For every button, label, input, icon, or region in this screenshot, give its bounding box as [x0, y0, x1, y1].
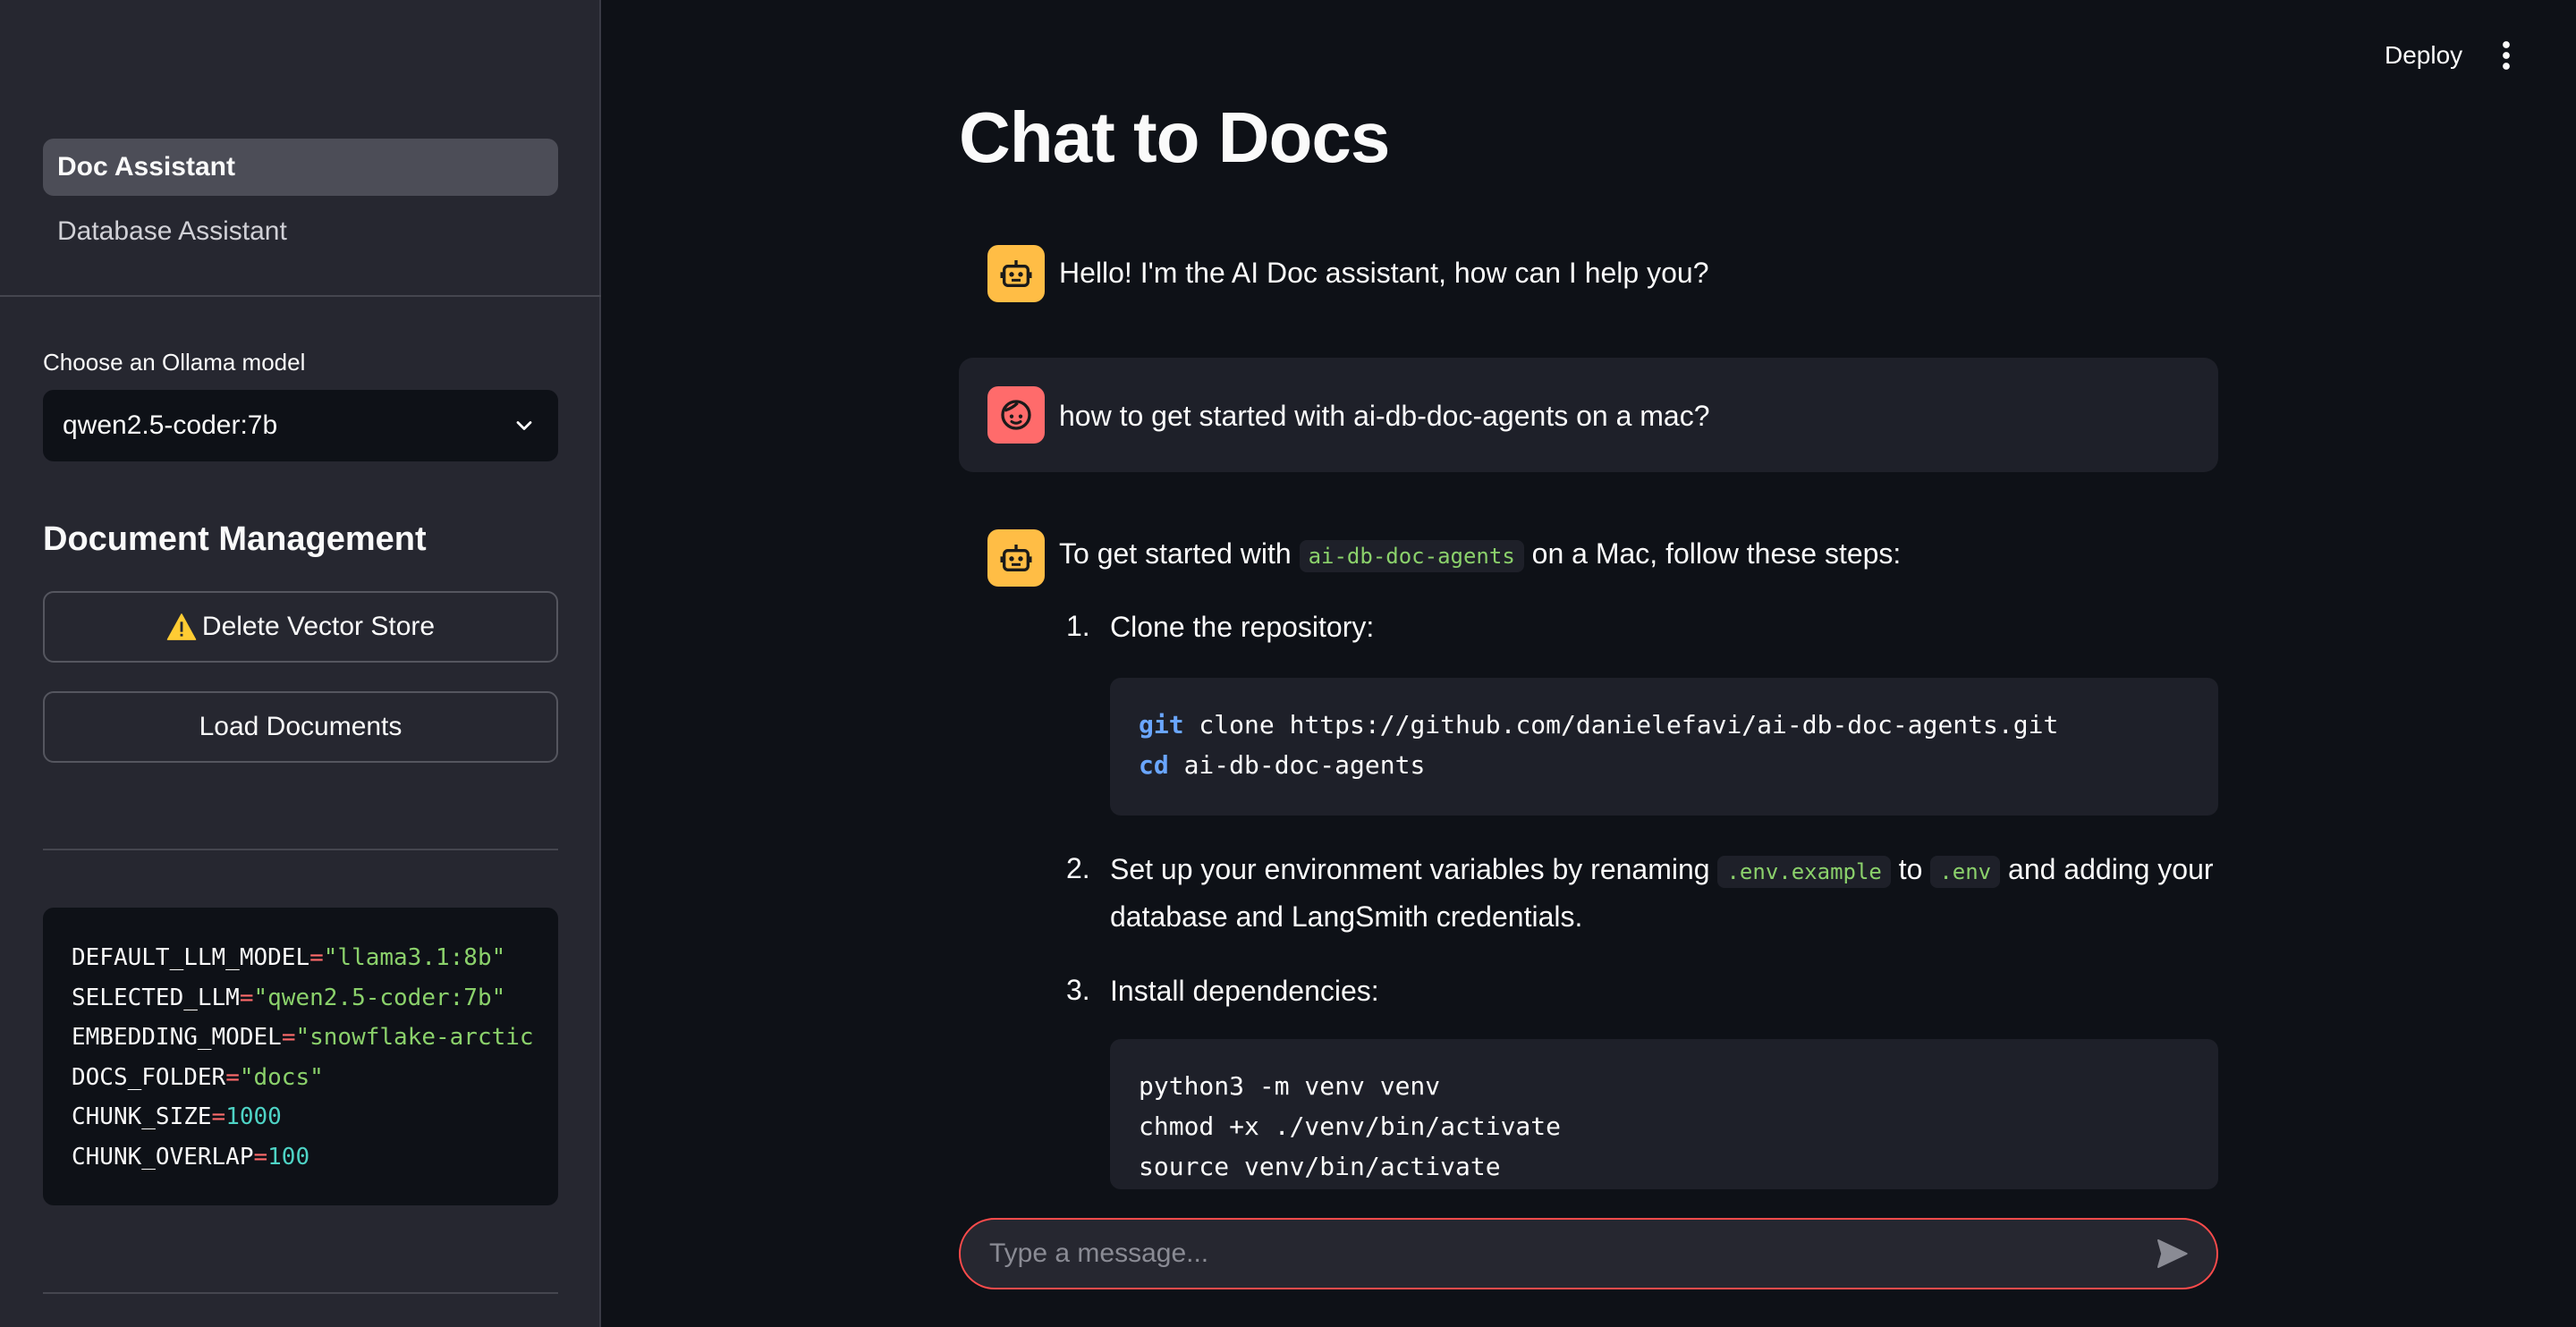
bot-avatar-icon — [987, 245, 1045, 302]
bot-avatar-icon — [987, 529, 1045, 587]
env-key: DEFAULT_LLM_MODEL — [72, 944, 310, 971]
step-number: 2. — [1066, 852, 1090, 884]
model-select[interactable]: qwen2.5-coder:7b — [43, 390, 558, 461]
deploy-button[interactable]: Deploy — [2385, 41, 2462, 70]
step-number: 1. — [1066, 610, 1090, 642]
step-text-part: to — [1898, 853, 1923, 885]
step-text: Set up your environment variables by ren… — [1110, 847, 2218, 939]
code-line: python3 -m venv venv — [1139, 1071, 1441, 1101]
inline-code: .env.example — [1717, 856, 1891, 888]
page-title: Chat to Docs — [959, 97, 1390, 177]
model-select-label: Choose an Ollama model — [43, 349, 306, 376]
chat-input[interactable] — [989, 1238, 2154, 1269]
env-equals: = — [253, 1143, 268, 1171]
env-key: CHUNK_SIZE — [72, 1103, 212, 1130]
document-management-heading: Document Management — [43, 520, 427, 558]
inline-code: ai-db-doc-agents — [1299, 540, 1524, 572]
assistant-answer-intro: To get started with ai-db-doc-agents on … — [1059, 531, 1901, 579]
user-message-text: how to get started with ai-db-doc-agents… — [1059, 400, 1710, 432]
env-value: "snowflake-arctic — [295, 1024, 534, 1051]
env-value: 1000 — [225, 1103, 282, 1130]
answer-intro-text: on a Mac, follow these steps: — [1531, 537, 1902, 570]
vertical-ellipsis-icon[interactable] — [2496, 39, 2517, 72]
sidebar-item-label: Doc Assistant — [57, 152, 235, 182]
env-equals: = — [309, 944, 324, 971]
sidebar-item-label: Database Assistant — [57, 216, 287, 246]
env-equals: = — [281, 1024, 296, 1051]
load-documents-label: Load Documents — [199, 712, 402, 741]
sidebar: Doc Assistant Database Assistant Choose … — [0, 0, 601, 1327]
send-icon[interactable] — [2154, 1236, 2190, 1272]
code-keyword: git — [1139, 710, 1184, 740]
sidebar-nav: Doc Assistant Database Assistant — [43, 139, 558, 267]
step-text-part: and adding your — [2008, 853, 2214, 885]
sidebar-divider — [43, 849, 558, 850]
step-text-part: Set up your environment variables by ren… — [1110, 853, 1710, 885]
env-line: SELECTED_LLM="qwen2.5-coder:7b" — [72, 978, 558, 1018]
code-text: ai-db-doc-agents — [1168, 750, 1426, 780]
delete-vector-store-button[interactable]: Delete Vector Store — [43, 591, 558, 663]
answer-intro-text: To get started with — [1059, 537, 1292, 570]
env-equals: = — [211, 1103, 226, 1130]
env-line: CHUNK_OVERLAP=100 — [72, 1137, 558, 1178]
code-text: clone https://github.com/danielefavi/ai-… — [1183, 710, 2059, 740]
env-equals: = — [239, 984, 254, 1011]
env-key: DOCS_FOLDER — [72, 1063, 226, 1091]
user-message: how to get started with ai-db-doc-agents… — [959, 358, 2218, 472]
model-select-value: qwen2.5-coder:7b — [63, 410, 278, 440]
code-keyword: cd — [1139, 750, 1169, 780]
warning-icon — [166, 613, 197, 640]
delete-vector-store-label: Delete Vector Store — [201, 612, 436, 641]
env-value: "llama3.1:8b" — [323, 944, 506, 971]
env-line: CHUNK_SIZE=1000 — [72, 1097, 558, 1137]
env-key: CHUNK_OVERLAP — [72, 1143, 254, 1171]
env-key: SELECTED_LLM — [72, 984, 240, 1011]
env-config-code-block: DEFAULT_LLM_MODEL="llama3.1:8b" SELECTED_… — [43, 908, 558, 1205]
code-line: chmod +x ./venv/bin/activate — [1139, 1111, 1562, 1141]
env-line: DOCS_FOLDER="docs" — [72, 1058, 558, 1098]
env-value: "qwen2.5-coder:7b" — [253, 984, 506, 1011]
assistant-message: Hello! I'm the AI Doc assistant, how can… — [959, 241, 2218, 306]
step-text-part: database and LangSmith credentials. — [1110, 900, 1583, 933]
assistant-message-text: Hello! I'm the AI Doc assistant, how can… — [1059, 257, 1709, 289]
env-line: DEFAULT_LLM_MODEL="llama3.1:8b" — [72, 938, 558, 978]
step-number: 3. — [1066, 974, 1090, 1006]
env-line: EMBEDDING_MODEL="snowflake-arctic — [72, 1018, 558, 1058]
user-avatar-icon — [987, 386, 1045, 444]
env-value: "docs" — [239, 1063, 324, 1091]
sidebar-divider — [43, 1292, 558, 1294]
code-block-install: python3 -m venv venv chmod +x ./venv/bin… — [1110, 1039, 2218, 1189]
code-line: source venv/bin/activate — [1139, 1152, 1501, 1181]
sidebar-divider — [0, 295, 601, 297]
env-equals: = — [225, 1063, 240, 1091]
env-key: EMBEDDING_MODEL — [72, 1024, 282, 1051]
env-value: 100 — [267, 1143, 310, 1171]
sidebar-item-doc-assistant[interactable]: Doc Assistant — [43, 139, 558, 196]
sidebar-item-database-assistant[interactable]: Database Assistant — [43, 203, 558, 260]
step-text: Install dependencies: — [1110, 975, 1379, 1007]
load-documents-button[interactable]: Load Documents — [43, 691, 558, 763]
chat-input-container — [959, 1218, 2218, 1289]
code-block-clone: git clone https://github.com/danielefavi… — [1110, 678, 2218, 816]
inline-code: .env — [1930, 856, 2001, 888]
step-text: Clone the repository: — [1110, 611, 1375, 643]
chevron-down-icon — [516, 421, 532, 430]
